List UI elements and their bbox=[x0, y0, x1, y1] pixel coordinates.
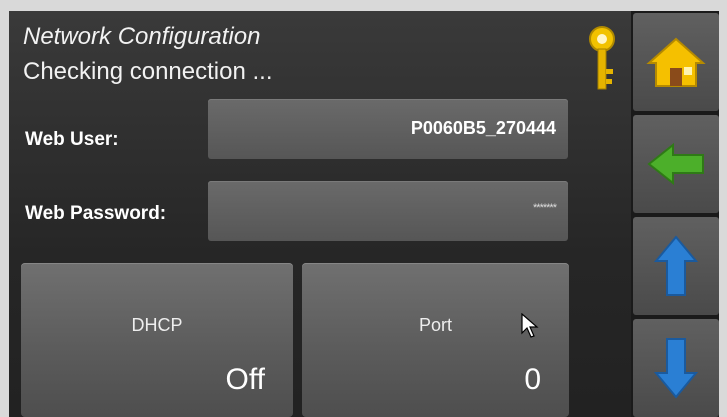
web-password-label: Web Password: bbox=[25, 203, 167, 224]
web-user-value: P0060B5_270444 bbox=[410, 118, 556, 138]
web-password-field[interactable]: ******* bbox=[208, 181, 568, 241]
screen: Network Configuration Checking connectio… bbox=[9, 11, 719, 417]
port-button[interactable]: Port 0 bbox=[302, 263, 569, 417]
dhcp-label: DHCP bbox=[131, 315, 183, 335]
web-user-label: Web User: bbox=[25, 129, 119, 150]
web-password-value: ******* bbox=[533, 202, 557, 214]
dhcp-button[interactable]: DHCP Off bbox=[21, 263, 293, 417]
port-value: 0 bbox=[524, 363, 541, 396]
arrow-down-icon bbox=[654, 338, 698, 399]
status-text: Checking connection ... bbox=[23, 58, 273, 85]
page-title: Network Configuration bbox=[23, 23, 261, 50]
key-icon bbox=[589, 26, 615, 90]
home-icon bbox=[646, 37, 706, 87]
web-user-field[interactable]: P0060B5_270444 bbox=[208, 99, 568, 159]
mouse-pointer-icon bbox=[521, 313, 539, 338]
arrow-up-icon bbox=[654, 235, 698, 296]
home-button[interactable] bbox=[633, 13, 719, 111]
back-button[interactable] bbox=[633, 115, 719, 213]
scroll-up-button[interactable] bbox=[633, 217, 719, 315]
nav-sidebar bbox=[631, 11, 719, 417]
scroll-down-button[interactable] bbox=[633, 319, 719, 417]
arrow-left-icon bbox=[647, 142, 704, 186]
dhcp-value: Off bbox=[225, 363, 265, 396]
main-panel: Network Configuration Checking connectio… bbox=[9, 11, 631, 417]
